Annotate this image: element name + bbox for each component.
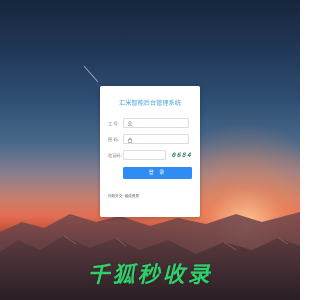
footer-prefix: 仲政务交· [108,194,124,198]
watermark-text: 千狐秒收录 [87,263,213,288]
captcha-image[interactable]: 0684 [172,149,198,161]
login-button[interactable]: 登 录 [123,167,192,179]
password-field[interactable] [123,134,189,144]
username-row: 工 号: [108,118,192,129]
login-footer: 仲政务交· 组成资质 [108,193,139,199]
lock-icon [127,137,133,143]
password-label: 密 码: [108,136,120,142]
password-row: 密 码: [108,134,192,145]
username-field[interactable] [123,118,189,128]
captcha-field[interactable] [123,150,166,160]
login-card: 汇米智能后台管理系统 工 号: 密 码: 验证码: 0684 登 录 仲政务交·… [100,86,200,217]
footer-link[interactable]: 组成资质 [125,194,139,198]
username-label: 工 号: [108,120,120,126]
login-page-background: 汇米智能后台管理系统 工 号: 密 码: 验证码: 0684 登 录 仲政务交·… [0,0,300,300]
login-title: 汇米智能后台管理系统 [119,100,181,107]
user-icon [127,121,133,127]
captcha-row: 验证码: 0684 [108,149,198,161]
captcha-label: 验证码: [108,152,122,158]
